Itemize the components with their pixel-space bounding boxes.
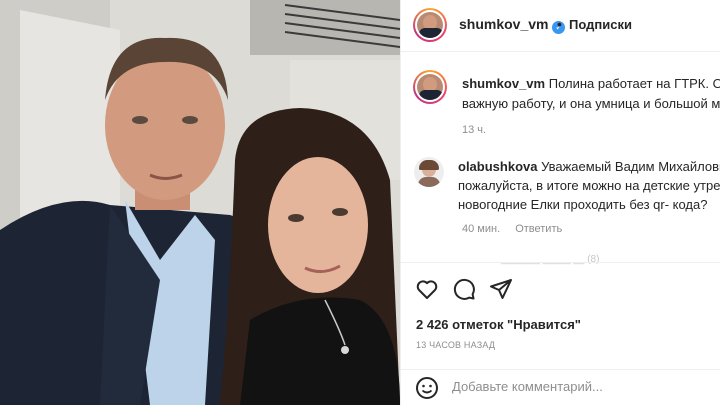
add-comment-bar xyxy=(401,369,720,405)
post-age[interactable]: 13 ЧАСОВ НАЗАД xyxy=(416,340,495,350)
commenter-avatar[interactable] xyxy=(414,157,444,187)
caption-text-line2: важную работу, и она умница и большой м xyxy=(462,96,720,111)
comment-timestamp[interactable]: 40 мин. xyxy=(462,223,500,235)
separator-dot: • xyxy=(557,16,562,32)
reply-button[interactable]: Ответить xyxy=(515,223,562,235)
caption-author-avatar[interactable] xyxy=(413,70,447,104)
likes-count[interactable]: 2 426 отметок "Нравится" xyxy=(416,317,581,332)
comment-meta: 40 мин. Ответить xyxy=(462,223,574,235)
author-avatar[interactable] xyxy=(413,8,447,42)
comment-input[interactable] xyxy=(452,379,702,394)
comment-username[interactable]: olabushkova xyxy=(458,159,537,174)
post-details-panel: shumkov_vm ✓ • Подписки shumkov_vm Полина… xyxy=(400,0,720,405)
comment-item: olabushkova Уважаемый Вадим Михайлови по… xyxy=(458,157,720,214)
author-username-header[interactable]: shumkov_vm ✓ xyxy=(459,16,566,34)
caption-text-line1: Полина работает на ГТРК. О xyxy=(548,76,720,91)
comment-bubble-icon[interactable] xyxy=(452,277,476,301)
post-photo-image xyxy=(0,0,400,405)
comment-text-line2: пожалуйста, в итоге можно на детские утр… xyxy=(458,178,720,193)
post-caption: shumkov_vm Полина работает на ГТРК. О ва… xyxy=(462,74,720,114)
post-photo[interactable] xyxy=(0,0,400,405)
author-username-text[interactable]: shumkov_vm xyxy=(459,16,548,32)
paper-plane-icon[interactable] xyxy=(489,277,513,301)
smiley-icon[interactable] xyxy=(415,376,439,400)
comment-text-line1: Уважаемый Вадим Михайлови xyxy=(541,159,720,174)
caption-timestamp[interactable]: 13 ч. xyxy=(462,124,486,136)
comment-text-line3: новогодние Елки проходить без qr- кода? xyxy=(458,197,708,212)
post-header: shumkov_vm ✓ • Подписки xyxy=(401,0,720,52)
heart-icon[interactable] xyxy=(415,277,439,301)
caption-username[interactable]: shumkov_vm xyxy=(462,76,545,91)
following-button[interactable]: Подписки xyxy=(569,17,632,32)
